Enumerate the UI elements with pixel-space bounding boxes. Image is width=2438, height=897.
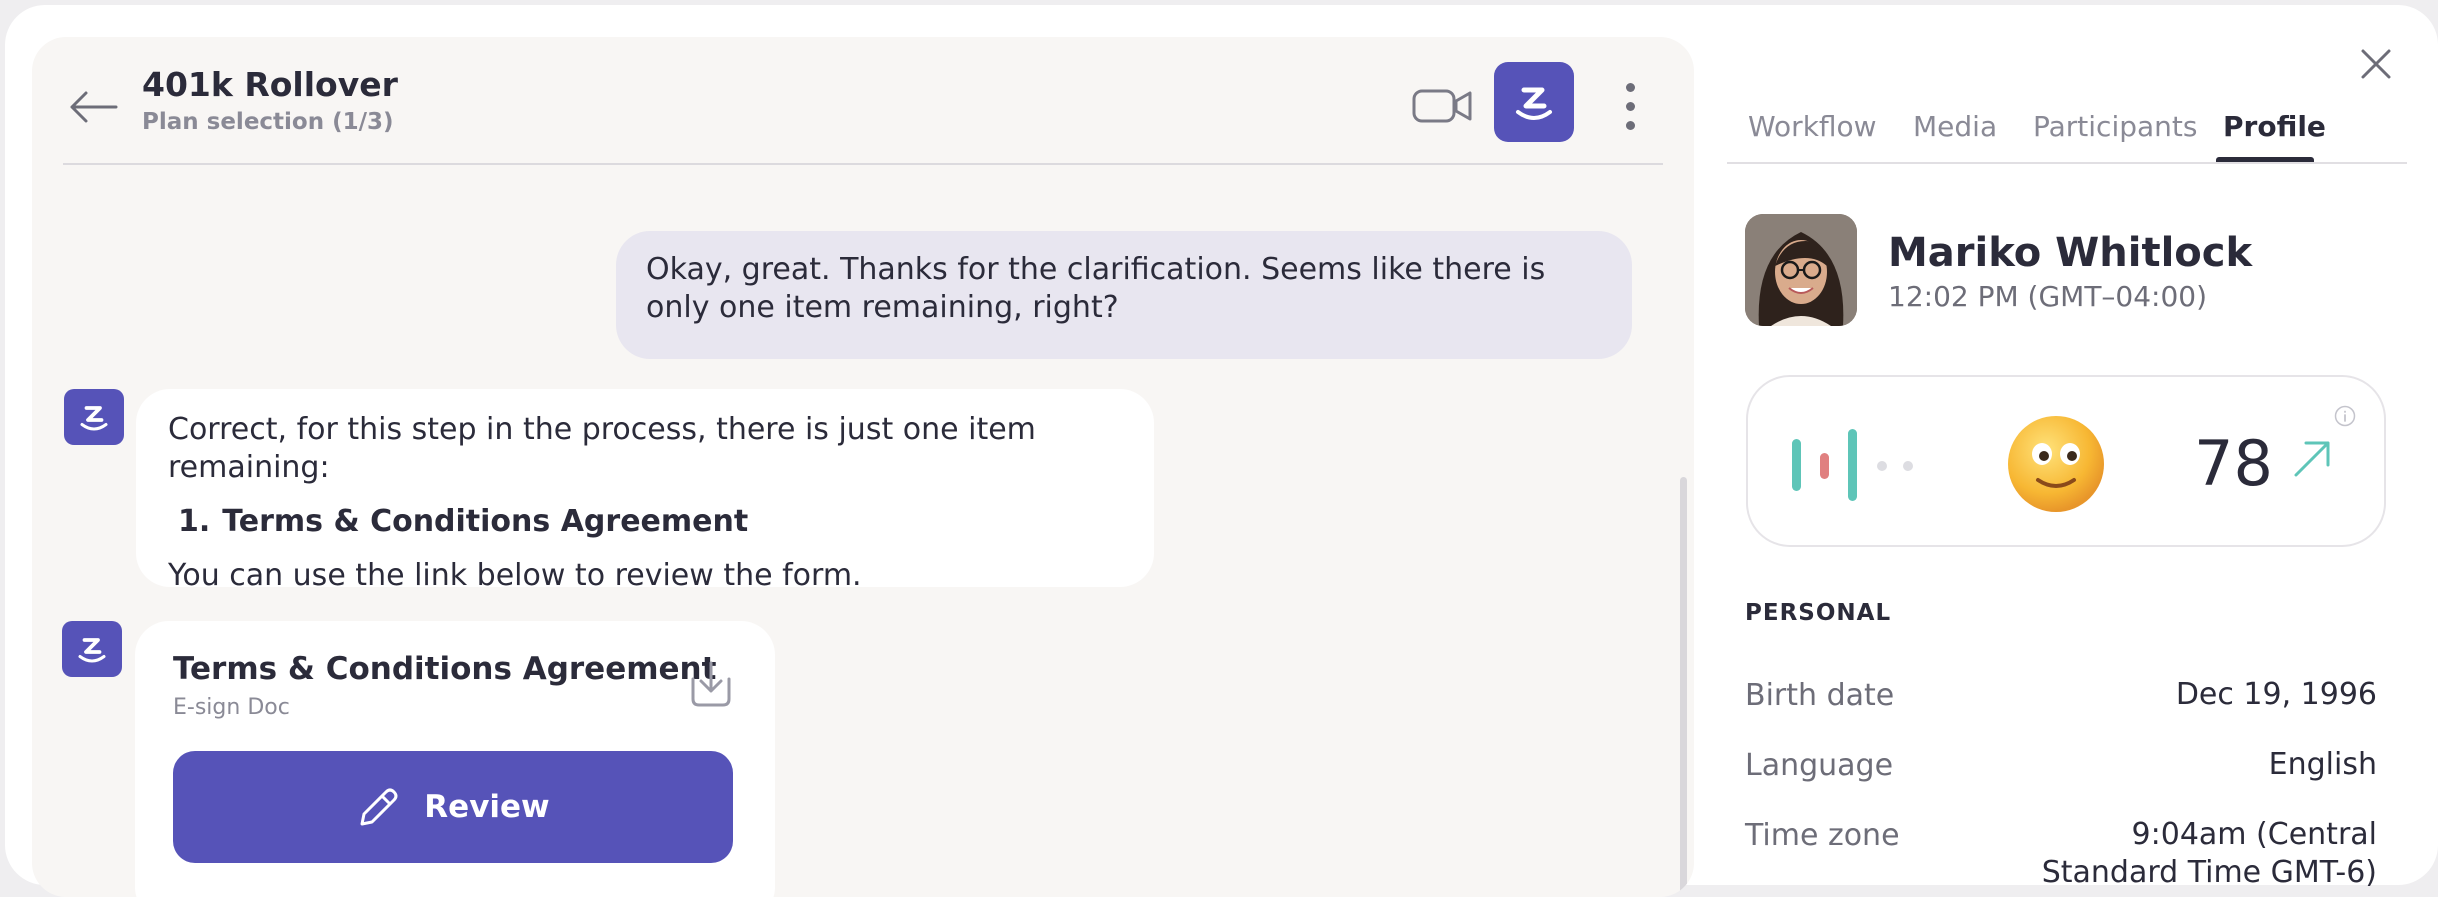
user-message-text: Okay, great. Thanks for the clarificatio… bbox=[646, 252, 1546, 325]
document-card: Terms & Conditions Agreement E-sign Doc … bbox=[135, 621, 775, 897]
info-icon[interactable] bbox=[2334, 405, 2356, 427]
assistant-button[interactable] bbox=[1494, 62, 1574, 142]
document-type: E-sign Doc bbox=[173, 695, 290, 720]
brand-logo-icon bbox=[78, 638, 106, 663]
arrow-left-icon bbox=[70, 91, 118, 123]
bot-message-outro: You can use the link below to review the… bbox=[168, 558, 862, 593]
chat-scrollbar[interactable] bbox=[1680, 477, 1687, 897]
conversation-title: 401k Rollover bbox=[142, 65, 398, 104]
header-divider bbox=[63, 163, 1663, 165]
close-icon bbox=[2361, 49, 2391, 79]
document-title: Terms & Conditions Agreement bbox=[173, 651, 717, 687]
kebab-dot-icon bbox=[1626, 121, 1635, 130]
tab-profile[interactable]: Profile bbox=[2223, 110, 2326, 143]
bot-message-intro: Correct, for this step in the process, t… bbox=[168, 412, 1036, 485]
avatar bbox=[1745, 214, 1857, 326]
review-button-label: Review bbox=[424, 789, 550, 825]
chat-panel: 401k Rollover Plan selection (1/3) Okay,… bbox=[32, 37, 1694, 897]
user-message-bubble: Okay, great. Thanks for the clarificatio… bbox=[616, 231, 1632, 359]
tab-media[interactable]: Media bbox=[1913, 110, 1997, 143]
tab-workflow[interactable]: Workflow bbox=[1748, 110, 1877, 143]
tabs-divider bbox=[1727, 162, 2407, 164]
back-button[interactable] bbox=[66, 79, 122, 135]
profile-name: Mariko Whitlock bbox=[1888, 230, 2253, 276]
time-zone-value: 9:04am (Central Standard Time GMT-6) bbox=[2041, 817, 2377, 890]
slightly-smiling-face-icon bbox=[2008, 416, 2104, 512]
trend-up-icon bbox=[2294, 441, 2330, 477]
review-button[interactable]: Review bbox=[173, 751, 733, 863]
more-options-button[interactable] bbox=[1622, 79, 1638, 135]
chat-header: 401k Rollover Plan selection (1/3) bbox=[32, 37, 1694, 165]
brand-logo-icon bbox=[1516, 87, 1552, 120]
kebab-dot-icon bbox=[1626, 102, 1635, 111]
pencil-icon bbox=[360, 788, 398, 826]
bot-avatar bbox=[64, 389, 124, 445]
tab-participants[interactable]: Participants bbox=[2033, 110, 2197, 143]
kebab-dot-icon bbox=[1626, 83, 1635, 92]
profile-local-time: 12:02 PM (GMT–04:00) bbox=[1888, 280, 2208, 313]
download-icon bbox=[691, 661, 731, 707]
sentiment-score: 78 bbox=[2194, 427, 2273, 500]
time-zone-label: Time zone bbox=[1745, 818, 1900, 853]
video-call-button[interactable] bbox=[1412, 85, 1474, 127]
birth-date-value: Dec 19, 1996 bbox=[2175, 677, 2377, 712]
language-value: English bbox=[2268, 747, 2377, 782]
voice-activity-icon bbox=[1792, 429, 1913, 501]
download-button[interactable] bbox=[689, 659, 733, 709]
birth-date-label: Birth date bbox=[1745, 678, 1895, 713]
profile-photo-icon bbox=[1745, 214, 1857, 326]
conversation-subtitle: Plan selection (1/3) bbox=[142, 109, 394, 135]
video-camera-icon bbox=[1412, 89, 1472, 123]
language-label: Language bbox=[1745, 748, 1894, 783]
list-item-text: Terms & Conditions Agreement bbox=[222, 504, 749, 539]
list-item: 1. Terms & Conditions Agreement bbox=[178, 503, 1122, 541]
brand-logo-icon bbox=[80, 406, 108, 431]
section-heading-personal: PERSONAL bbox=[1745, 600, 1892, 626]
close-button[interactable] bbox=[2358, 46, 2394, 82]
sentiment-card: 78 bbox=[1746, 375, 2386, 547]
bot-message-bubble: Correct, for this step in the process, t… bbox=[136, 389, 1154, 593]
bot-avatar bbox=[62, 621, 122, 677]
list-item-number: 1. bbox=[178, 504, 211, 539]
